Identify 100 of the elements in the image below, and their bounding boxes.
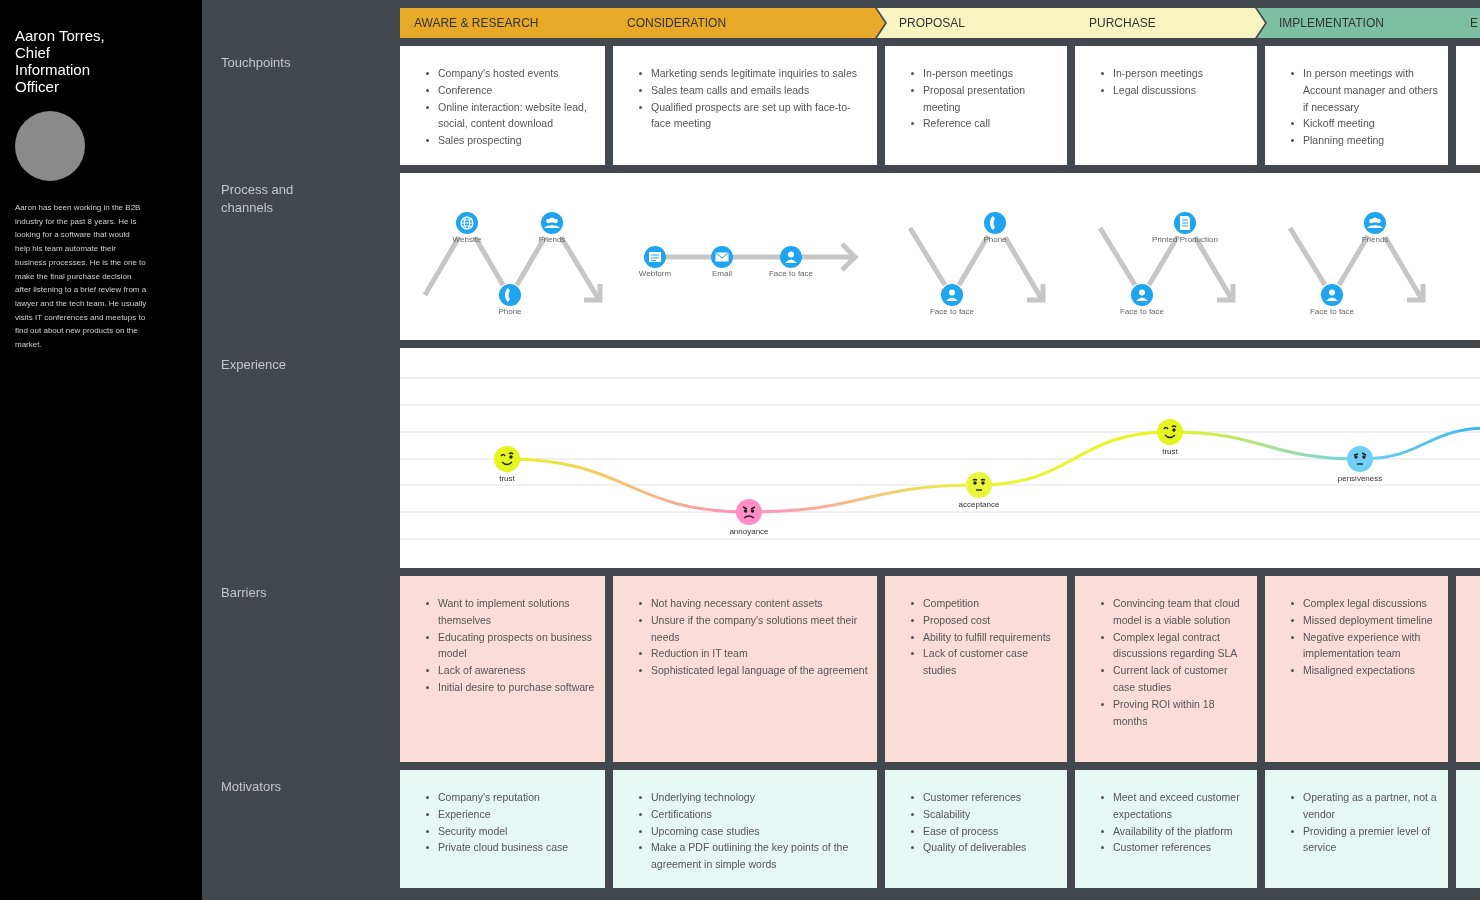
list-item: Proposed cost <box>923 612 991 628</box>
emotion-label: acceptance <box>958 500 1000 510</box>
stage-label: IMPLEMENTATION <box>1279 16 1384 30</box>
form-icon <box>644 246 666 268</box>
neutral-face-icon <box>966 472 992 498</box>
emotion-label: annoyance <box>729 527 769 537</box>
bullet-icon <box>639 669 642 673</box>
bullet-icon <box>639 105 642 109</box>
bullet-icon <box>639 88 642 92</box>
document-icon <box>1174 212 1196 234</box>
list-item: Misaligned expectations <box>1303 663 1416 679</box>
list-item: Availability of the platform <box>1113 823 1233 839</box>
person-icon <box>780 246 802 268</box>
list-item: Company's hosted events <box>438 66 559 81</box>
list-item: Want to implement solutions themselves <box>438 596 571 628</box>
bullet-icon <box>426 602 429 605</box>
bullet-icon <box>911 652 914 656</box>
list-item: Scalability <box>923 806 971 822</box>
channel-label: Face to face <box>930 307 974 317</box>
bullet-icon <box>1291 618 1294 622</box>
bullet-icon <box>1101 846 1104 850</box>
list-item: Reference call <box>923 116 991 132</box>
bullet-icon <box>639 72 642 75</box>
list-item: In-person meetings <box>1113 66 1203 81</box>
wink-face-icon <box>494 446 520 472</box>
list-item: Providing a premier level of service <box>1303 823 1432 856</box>
channel-label: Friends <box>538 235 566 245</box>
channel-label: Phone <box>983 235 1007 245</box>
bullet-icon <box>1101 88 1104 92</box>
bullet-icon <box>1291 669 1294 673</box>
people-icon <box>1364 212 1386 234</box>
person-icon <box>1131 284 1153 306</box>
emotion-label: trust <box>1162 447 1178 457</box>
bullet-icon <box>911 846 914 850</box>
list-item: Quality of deliverables <box>923 840 1027 856</box>
list-item: Convincing team that cloud model is a viable solution <box>1113 596 1241 628</box>
row-label: Motivators <box>221 778 282 796</box>
list-item: Company's reputation <box>438 790 540 805</box>
list-item: In person meetings with Account manager and others if necessary <box>1303 66 1439 115</box>
phone-icon <box>984 212 1006 234</box>
list-item: Meet and exceed customer expectations <box>1113 790 1241 822</box>
bullet-icon <box>639 602 642 605</box>
list-item: Online interaction: website lead, social, content download <box>438 99 588 132</box>
stage-label: AWARE & RESEARCH <box>414 16 539 30</box>
row-label: Touchpoints <box>221 54 292 72</box>
row-label: Experience <box>221 356 288 374</box>
list-item: Experience <box>438 806 491 822</box>
bullet-icon <box>639 796 642 799</box>
wink-face-icon <box>1157 419 1183 445</box>
stage-label: CONSIDERATION <box>627 16 727 30</box>
list-item: Make a PDF outlining the key points of the agreement in simple words <box>651 840 850 873</box>
bullet-icon <box>1101 796 1104 799</box>
row-label: Barriers <box>221 584 268 602</box>
bullet-icon <box>426 635 429 639</box>
globe-icon <box>456 212 478 234</box>
person-icon <box>1321 284 1343 306</box>
bullet-icon <box>1291 602 1294 605</box>
list-item: Current lack of customer case studies <box>1113 663 1229 695</box>
list-item: Not having necessary content assets <box>651 596 823 611</box>
list-item: Sales prospecting <box>438 133 522 149</box>
person-icon <box>941 284 963 306</box>
emotion-label: pensiveness <box>1337 474 1383 484</box>
bullet-icon <box>639 618 642 622</box>
list-item: Sophisticated legal language of the agreement <box>651 663 868 679</box>
sad-face-icon <box>736 499 762 525</box>
phone-icon <box>499 284 521 306</box>
list-item: Private cloud business case <box>438 840 569 856</box>
list-item: Sales team calls and emails leads <box>651 82 810 98</box>
channel-label: Email <box>712 269 732 279</box>
list-item: Ease of process <box>923 823 999 839</box>
bullet-icon <box>426 72 429 75</box>
list-item: Proposal presentation meeting <box>923 82 1027 115</box>
list-item: Qualified prospects are set up with face-to-face meeting <box>651 99 852 132</box>
bullet-icon <box>911 618 914 622</box>
list-item: Proving ROI within 18 months <box>1113 696 1216 729</box>
list-item: Complex legal discussions <box>1303 596 1427 611</box>
list-item: Certifications <box>651 806 712 822</box>
list-item: Competition <box>923 596 980 611</box>
bullet-icon <box>426 139 429 143</box>
list-item: Initial desire to purchase software <box>438 680 595 695</box>
bullet-icon <box>911 88 914 92</box>
list-item: Customer references <box>923 790 1022 805</box>
list-item: Underlying technology <box>651 790 755 805</box>
channel-label: Friends <box>1361 235 1389 245</box>
bullet-icon <box>1291 122 1294 126</box>
bullet-icon <box>911 812 914 816</box>
list-item: Unsure if the company's solutions meet their needs <box>651 612 859 645</box>
bullet-icon <box>1101 602 1104 605</box>
bullet-icon <box>639 829 642 833</box>
list-item: Ability to fulfill requirements <box>923 629 1051 645</box>
list-item: Lack of customer case studies <box>923 646 1030 679</box>
bullet-icon <box>1101 702 1104 706</box>
channel-label: Website <box>452 235 482 245</box>
bullet-icon <box>426 846 429 850</box>
list-item: Missed deployment timeline <box>1303 612 1433 628</box>
bullet-icon <box>1101 635 1104 639</box>
bullet-icon <box>639 846 642 850</box>
bullet-icon <box>426 796 429 799</box>
bullet-icon <box>639 652 642 656</box>
bullet-icon <box>1101 829 1104 833</box>
